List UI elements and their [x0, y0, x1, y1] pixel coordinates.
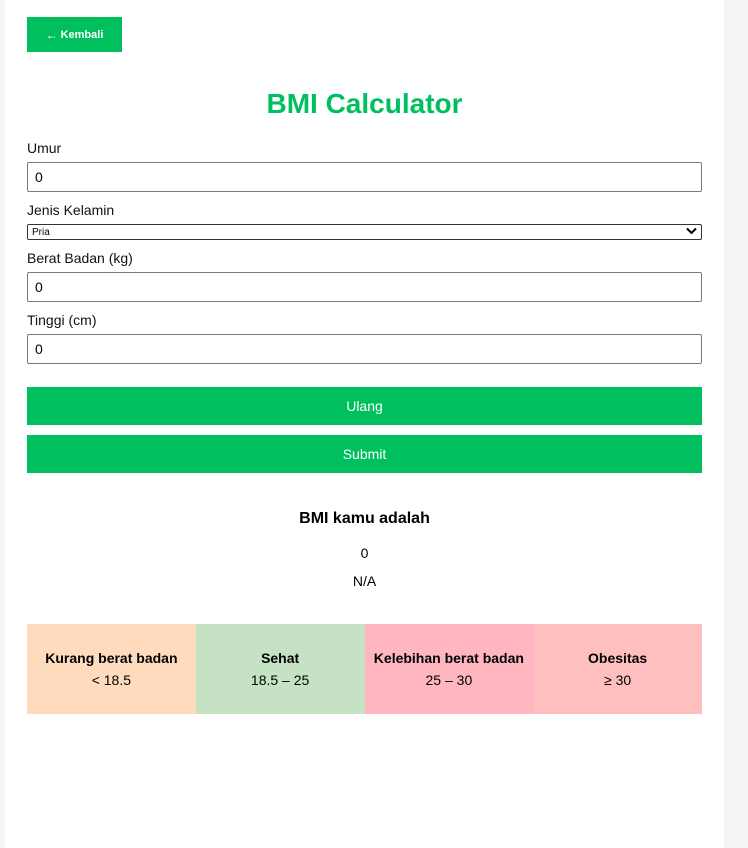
reset-button-label: Ulang — [346, 398, 383, 414]
category-name: Kurang berat badan — [45, 650, 178, 666]
back-button-label: Kembali — [60, 28, 104, 41]
category-overweight: Kelebihan berat badan 25 – 30 — [364, 624, 534, 714]
category-range: ≥ 30 — [604, 672, 632, 688]
height-input-value: 0 — [35, 341, 43, 357]
category-name: Obesitas — [588, 650, 648, 666]
weight-label: Berat Badan (kg) — [27, 250, 133, 266]
category-obese: Obesitas ≥ 30 — [533, 624, 702, 714]
submit-button-label: Submit — [342, 446, 387, 462]
category-name: Kelebihan berat badan — [373, 650, 524, 666]
result-value: 0 — [360, 545, 369, 561]
category-underweight: Kurang berat badan < 18.5 — [27, 624, 196, 714]
gender-select[interactable]: Pria — [27, 224, 702, 240]
submit-button[interactable]: Submit — [27, 435, 702, 473]
weight-input-value: 0 — [35, 279, 43, 295]
chevron-down-icon — [686, 227, 697, 238]
back-button[interactable]: ← Kembali — [27, 17, 122, 52]
reset-button[interactable]: Ulang — [27, 387, 702, 425]
gender-label: Jenis Kelamin — [27, 202, 115, 218]
result-heading: BMI kamu adalah — [299, 510, 430, 527]
age-input-value: 0 — [35, 169, 43, 185]
height-input[interactable]: 0 — [27, 334, 702, 364]
bmi-category-table: Kurang berat badan < 18.5 Sehat 18.5 – 2… — [27, 624, 702, 714]
height-label: Tinggi (cm) — [27, 312, 97, 328]
weight-input[interactable]: 0 — [27, 272, 702, 302]
category-range: < 18.5 — [91, 672, 132, 688]
page-title: BMI Calculator — [266, 88, 463, 119]
result-category: N/A — [352, 573, 377, 589]
category-name: Sehat — [261, 650, 300, 666]
arrow-left-icon: ← — [45, 27, 58, 42]
age-input[interactable]: 0 — [27, 162, 702, 192]
category-range: 25 – 30 — [425, 672, 473, 688]
page: ← Kembali BMI Calculator Umur 0 Jenis Ke… — [5, 0, 724, 848]
gender-select-value: Pria — [32, 226, 50, 238]
age-label: Umur — [27, 140, 62, 156]
category-range: 18.5 – 25 — [250, 672, 310, 688]
category-healthy: Sehat 18.5 – 25 — [195, 624, 365, 714]
